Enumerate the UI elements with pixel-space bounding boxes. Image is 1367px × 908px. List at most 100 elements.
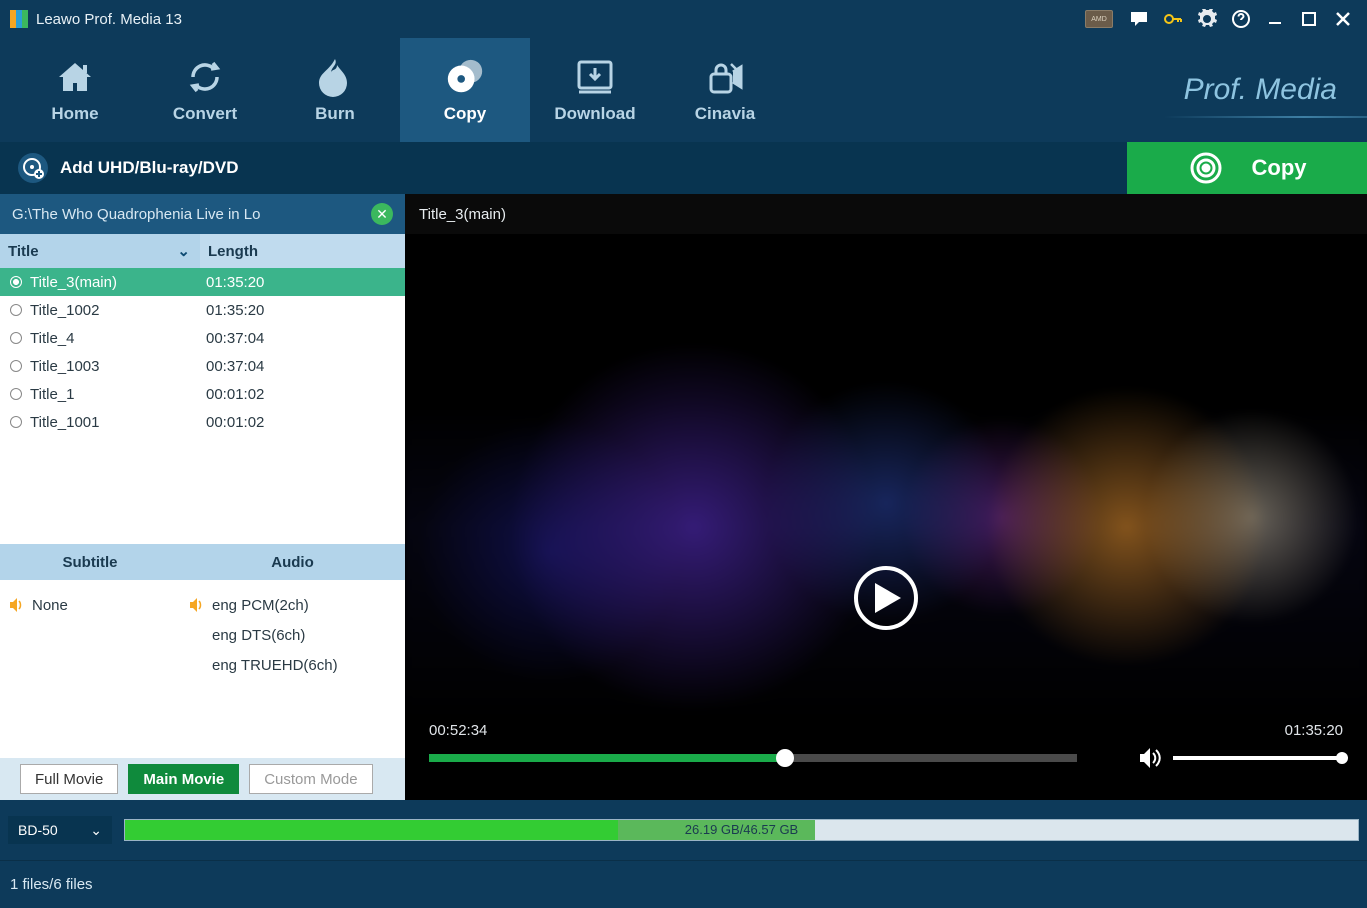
preview-title: Title_3(main)	[405, 194, 1367, 234]
tracks-body: None eng PCM(2ch)eng DTS(6ch)eng TRUEHD(…	[0, 580, 405, 758]
radio-icon	[10, 388, 22, 400]
col-length-header[interactable]: Length	[200, 234, 405, 268]
nav-label: Convert	[173, 104, 237, 124]
video-frame	[405, 234, 1367, 722]
gear-icon[interactable]	[1193, 5, 1221, 33]
title-row[interactable]: Title_3(main)01:35:20	[0, 268, 405, 296]
title-name: Title_1002	[30, 302, 206, 319]
home-icon	[54, 56, 96, 98]
video-area[interactable]	[405, 234, 1367, 722]
nav-label: Copy	[444, 104, 487, 124]
size-bar: 26.19 GB/46.57 GB	[124, 819, 1359, 841]
title-name: Title_1003	[30, 358, 206, 375]
nav-convert[interactable]: Convert	[140, 38, 270, 142]
maximize-button[interactable]	[1295, 5, 1323, 33]
size-text: 26.19 GB/46.57 GB	[685, 822, 798, 837]
audio-column: eng PCM(2ch)eng DTS(6ch)eng TRUEHD(6ch)	[180, 590, 405, 758]
title-length: 01:35:20	[206, 274, 264, 291]
help-icon[interactable]	[1227, 5, 1255, 33]
copy-icon	[444, 56, 486, 98]
audio-track[interactable]: eng PCM(2ch)	[188, 590, 405, 620]
titlebar: Leawo Prof. Media 13 AMD	[0, 0, 1367, 38]
seek-handle[interactable]	[776, 749, 794, 767]
radio-icon	[10, 276, 22, 288]
mode-row: Full Movie Main Movie Custom Mode	[0, 758, 405, 800]
brand-text: Prof. Media	[1184, 38, 1337, 142]
tracks-header: Subtitle Audio	[0, 544, 405, 580]
nav-label: Burn	[315, 104, 355, 124]
speaker-icon	[8, 596, 26, 614]
copy-button-icon	[1188, 150, 1224, 186]
col-title-header[interactable]: Title ⌄	[0, 234, 200, 268]
volume-icon[interactable]	[1137, 745, 1163, 771]
title-list-empty	[0, 436, 405, 544]
download-icon	[574, 56, 616, 98]
content-area: G:\The Who Quadrophenia Live in Lo ✕ Tit…	[0, 194, 1367, 800]
subtitle-none[interactable]: None	[8, 590, 180, 620]
audio-track[interactable]: eng DTS(6ch)	[188, 620, 405, 650]
status-bar: 1 files/6 files	[0, 860, 1367, 908]
title-row[interactable]: Title_100201:35:20	[0, 296, 405, 324]
chevron-down-icon: ⌄	[177, 242, 190, 260]
side-panel: G:\The Who Quadrophenia Live in Lo ✕ Tit…	[0, 194, 405, 800]
main-nav: Home Convert Burn Copy Download Cinavia …	[0, 38, 1367, 142]
radio-icon	[10, 332, 22, 344]
add-media-label: Add UHD/Blu-ray/DVD	[60, 158, 239, 178]
feedback-icon[interactable]	[1125, 5, 1153, 33]
convert-icon	[184, 56, 226, 98]
play-button[interactable]	[854, 566, 918, 630]
remove-source-button[interactable]: ✕	[371, 203, 393, 225]
disc-type-select[interactable]: BD-50 ⌄	[8, 816, 112, 844]
radio-icon	[10, 360, 22, 372]
nav-copy[interactable]: Copy	[400, 38, 530, 142]
title-length: 01:35:20	[206, 302, 264, 319]
nav-home[interactable]: Home	[10, 38, 140, 142]
speaker-icon	[188, 596, 206, 614]
close-button[interactable]	[1329, 5, 1357, 33]
seek-bar[interactable]	[429, 754, 1077, 762]
nav-label: Home	[51, 104, 98, 124]
radio-icon	[10, 416, 22, 428]
copy-button-label: Copy	[1252, 155, 1307, 181]
title-name: Title_1001	[30, 414, 206, 431]
toolbar: Add UHD/Blu-ray/DVD Copy	[0, 142, 1367, 194]
title-length: 00:37:04	[206, 358, 264, 375]
app-title: Leawo Prof. Media 13	[36, 11, 1085, 28]
title-row[interactable]: Title_100:01:02	[0, 380, 405, 408]
time-total: 01:35:20	[1285, 722, 1343, 739]
add-disc-icon	[18, 153, 48, 183]
copy-button[interactable]: Copy	[1127, 142, 1367, 194]
mode-custom-button[interactable]: Custom Mode	[249, 764, 372, 794]
title-name: Title_4	[30, 330, 206, 347]
subtitle-column: None	[0, 590, 180, 758]
nav-label: Cinavia	[695, 104, 755, 124]
key-icon[interactable]	[1159, 5, 1187, 33]
volume-bar[interactable]	[1173, 756, 1343, 760]
add-media-button[interactable]: Add UHD/Blu-ray/DVD	[0, 142, 1127, 194]
title-length: 00:37:04	[206, 330, 264, 347]
audio-track[interactable]: eng TRUEHD(6ch)	[188, 650, 405, 680]
mode-main-button[interactable]: Main Movie	[128, 764, 239, 794]
source-row: G:\The Who Quadrophenia Live in Lo ✕	[0, 194, 405, 234]
time-current: 00:52:34	[429, 722, 487, 739]
subtitle-col-header: Subtitle	[0, 544, 180, 580]
title-name: Title_1	[30, 386, 206, 403]
preview-panel: Title_3(main) 00:52:34 01:35:20	[405, 194, 1367, 800]
nav-download[interactable]: Download	[530, 38, 660, 142]
minimize-button[interactable]	[1261, 5, 1289, 33]
nav-cinavia[interactable]: Cinavia	[660, 38, 790, 142]
nav-burn[interactable]: Burn	[270, 38, 400, 142]
title-row[interactable]: Title_400:37:04	[0, 324, 405, 352]
title-length: 00:01:02	[206, 414, 264, 431]
file-count: 1 files/6 files	[10, 876, 93, 893]
title-row[interactable]: Title_100300:37:04	[0, 352, 405, 380]
volume-handle[interactable]	[1336, 752, 1348, 764]
source-path: G:\The Who Quadrophenia Live in Lo	[12, 206, 371, 223]
burn-icon	[314, 56, 356, 98]
mode-full-button[interactable]: Full Movie	[20, 764, 118, 794]
cinavia-icon	[704, 56, 746, 98]
title-length: 00:01:02	[206, 386, 264, 403]
title-row[interactable]: Title_100100:01:02	[0, 408, 405, 436]
audio-col-header: Audio	[180, 544, 405, 580]
title-table-header: Title ⌄ Length	[0, 234, 405, 268]
